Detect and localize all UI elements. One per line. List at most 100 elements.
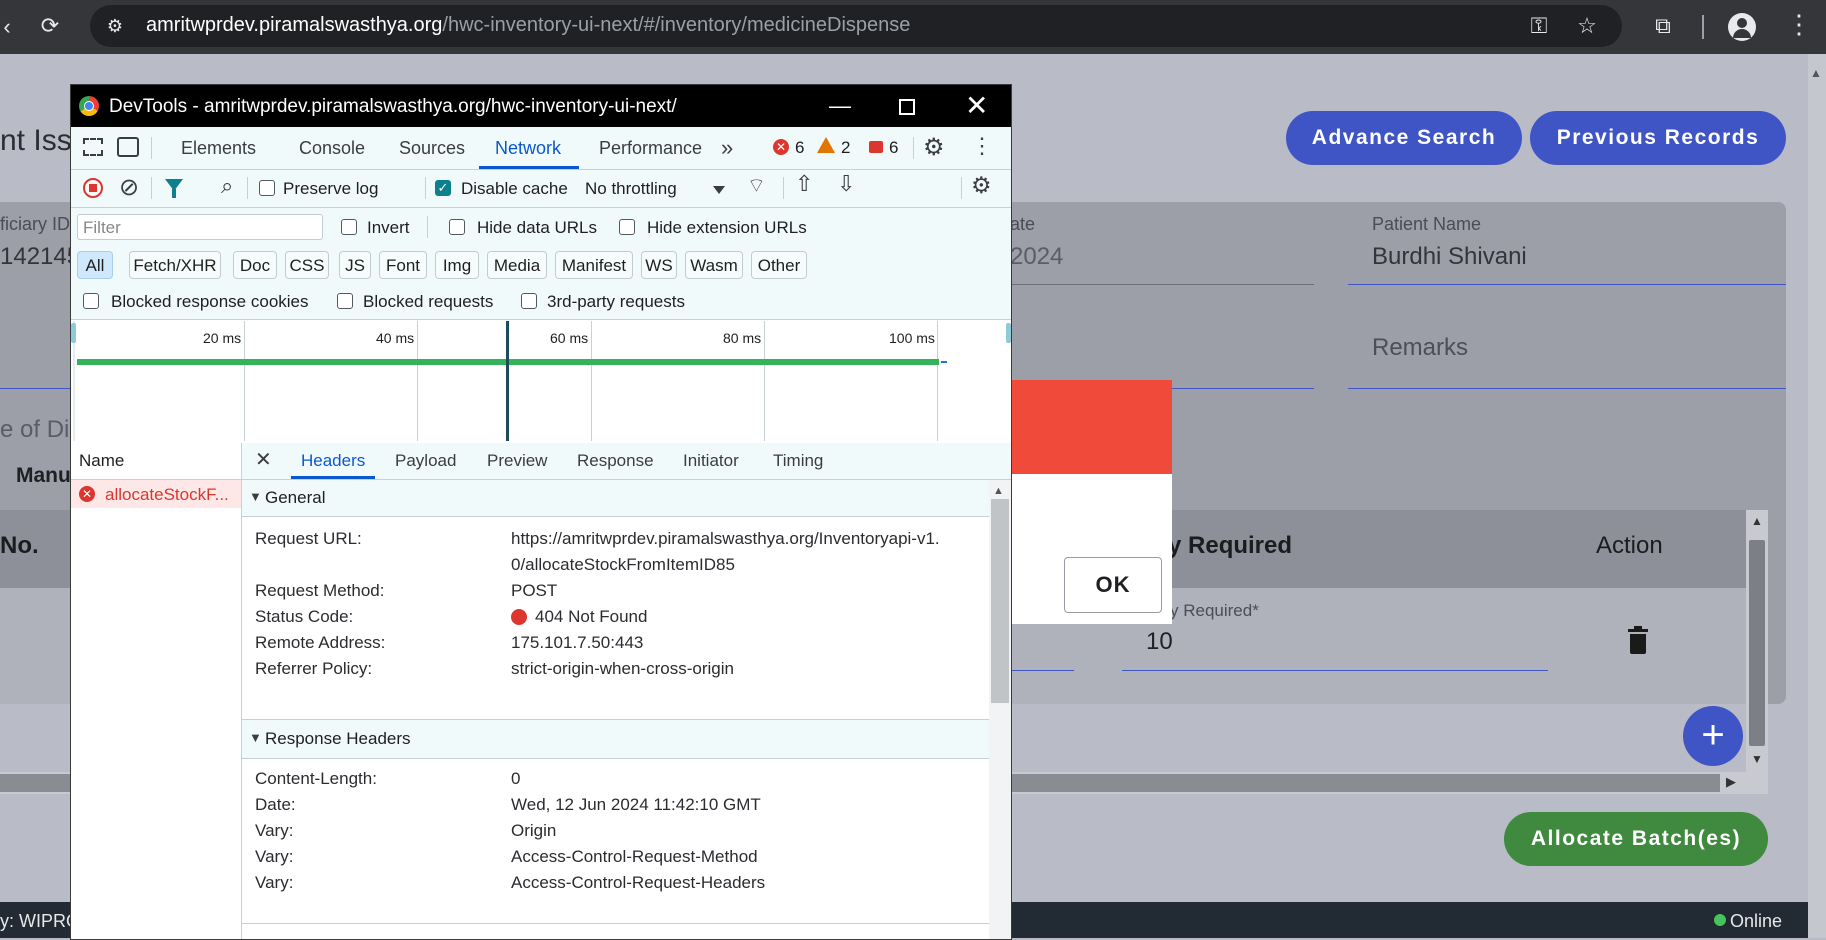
page-scrollbar[interactable] [1808, 54, 1826, 938]
timeline-gridline [764, 321, 765, 441]
patient-name-underline [1348, 284, 1786, 285]
type-filter-wasm[interactable]: Wasm [685, 251, 743, 279]
preserve-log-checkbox[interactable] [259, 180, 275, 196]
network-conditions-wifi-icon[interactable]: ⌔ [747, 173, 766, 198]
date-value: 2024 [1010, 243, 1064, 270]
allocate-batches-button[interactable]: Allocate Batch(es) [1504, 812, 1768, 866]
filter-placeholder: Filter [83, 218, 121, 237]
type-filter-other[interactable]: Other [751, 251, 807, 279]
filter-funnel-icon[interactable] [165, 179, 183, 198]
close-detail-icon[interactable]: ✕ [255, 447, 272, 472]
headers-scroll-thumb[interactable] [991, 499, 1009, 703]
response-header-key: Content-Length: [255, 769, 377, 788]
type-filter-font[interactable]: Font [379, 251, 427, 279]
type-filter-media[interactable]: Media [487, 251, 547, 279]
more-menu-icon[interactable]: ⋮ [1786, 11, 1812, 37]
delete-trash-icon[interactable] [1628, 626, 1648, 656]
hide-data-urls-checkbox[interactable] [449, 219, 465, 235]
minimize-icon[interactable]: — [829, 93, 851, 119]
name-column-header[interactable]: Name [79, 451, 124, 471]
remarks-label[interactable]: Remarks [1372, 334, 1468, 362]
bookmark-star-icon[interactable]: ☆ [1572, 13, 1602, 39]
detail-tab-timing[interactable]: Timing [773, 451, 823, 471]
type-filter-img[interactable]: Img [435, 251, 479, 279]
detail-tab-headers[interactable]: Headers [301, 451, 365, 471]
settings-gear-icon[interactable]: ⚙ [923, 133, 945, 162]
inspect-element-icon[interactable] [83, 138, 103, 156]
response-header-key: Vary: [255, 847, 294, 866]
scroll-up-arrow-icon[interactable]: ▲ [1751, 514, 1763, 528]
timeline-gridline [417, 321, 418, 441]
detail-tab-initiator[interactable]: Initiator [683, 451, 739, 471]
type-filter-js[interactable]: JS [339, 251, 371, 279]
ok-button[interactable]: OK [1064, 557, 1162, 613]
clear-icon[interactable]: ⊘ [119, 173, 139, 202]
filter-input[interactable]: Filter [77, 214, 323, 240]
col-action-header: Action [1596, 532, 1663, 559]
close-window-icon[interactable]: ✕ [965, 89, 988, 122]
password-key-icon[interactable]: ⚿ [1524, 13, 1554, 39]
tab-performance[interactable]: Performance [599, 138, 702, 159]
tab-network[interactable]: Network [495, 138, 561, 159]
manual-option[interactable]: Manu [16, 464, 71, 488]
request-name[interactable]: allocateStockF... [105, 485, 229, 505]
previous-records-button[interactable]: Previous Records [1530, 111, 1786, 165]
error-count[interactable]: 6 [795, 138, 804, 158]
maximize-icon[interactable] [899, 99, 915, 115]
invert-checkbox[interactable] [341, 219, 357, 235]
detail-tab-response[interactable]: Response [577, 451, 654, 471]
timeline-grip-left-icon[interactable] [71, 323, 76, 343]
response-headers-collapse-icon[interactable]: ▼ [249, 730, 262, 745]
issues-count[interactable]: 6 [889, 138, 898, 158]
timeline-grip-right-icon[interactable] [1006, 323, 1011, 343]
type-filter-fetch-xhr[interactable]: Fetch/XHR [129, 251, 221, 279]
third-party-checkbox[interactable] [521, 293, 537, 309]
hide-extension-urls-checkbox[interactable] [619, 219, 635, 235]
headers-scroll-up-icon[interactable]: ▲ [993, 485, 1004, 497]
reload-icon[interactable]: ⟳ [36, 13, 64, 39]
qty-field-value[interactable]: 10 [1146, 628, 1173, 656]
tab-console[interactable]: Console [299, 138, 365, 159]
export-har-icon[interactable]: ⇩ [837, 171, 855, 197]
devtools-menu-icon[interactable]: ⋮ [971, 133, 993, 159]
add-row-button[interactable]: + [1683, 706, 1743, 766]
network-settings-gear-icon[interactable]: ⚙ [971, 172, 992, 199]
tab-sources[interactable]: Sources [399, 138, 465, 159]
profile-avatar-icon[interactable] [1728, 13, 1756, 41]
record-stop-icon[interactable] [83, 178, 103, 198]
type-filter-ws[interactable]: WS [641, 251, 677, 279]
scroll-down-arrow-icon[interactable]: ▼ [1751, 752, 1763, 766]
scroll-right-arrow-icon[interactable]: ▶ [1726, 774, 1736, 790]
detail-tab-preview[interactable]: Preview [487, 451, 547, 471]
device-toolbar-icon[interactable] [117, 137, 139, 157]
general-collapse-icon[interactable]: ▼ [249, 489, 262, 504]
throttling-chevron-down-icon[interactable] [713, 186, 725, 194]
search-icon[interactable]: ⌕ [221, 173, 233, 199]
type-filter-manifest[interactable]: Manifest [555, 251, 633, 279]
back-icon[interactable]: ‹ [0, 14, 14, 40]
more-tabs-icon[interactable]: » [721, 135, 733, 161]
throttling-select[interactable]: No throttling [585, 179, 677, 199]
disable-cache-checkbox[interactable]: ✓ [435, 180, 451, 196]
timeline-cursor [506, 321, 509, 441]
table-vertical-scroll-thumb[interactable] [1749, 540, 1765, 746]
general-section-header[interactable] [242, 480, 989, 517]
warning-count[interactable]: 2 [841, 138, 850, 158]
site-settings-icon[interactable]: ⚙ [102, 13, 128, 39]
blocked-requests-checkbox[interactable] [337, 293, 353, 309]
timeline-gridline [937, 321, 938, 441]
detail-tab-payload[interactable]: Payload [395, 451, 456, 471]
blocked-cookies-checkbox[interactable] [83, 293, 99, 309]
tab-elements[interactable]: Elements [181, 138, 256, 159]
type-filter-all[interactable]: All [77, 251, 113, 279]
advance-search-button[interactable]: Advance Search [1286, 111, 1522, 165]
type-filter-doc[interactable]: Doc [233, 251, 277, 279]
remarks-underline [1348, 388, 1786, 389]
import-har-icon[interactable]: ⇧ [795, 171, 813, 197]
type-filter-css[interactable]: CSS [285, 251, 329, 279]
online-status-text: Online [1730, 911, 1783, 931]
beneficiary-id-label: ficiary ID [0, 214, 71, 234]
extensions-icon[interactable]: ⧉ [1648, 13, 1678, 39]
request-error-icon: ✕ [79, 486, 95, 502]
scroll-up-icon[interactable]: ▲ [1810, 66, 1822, 80]
